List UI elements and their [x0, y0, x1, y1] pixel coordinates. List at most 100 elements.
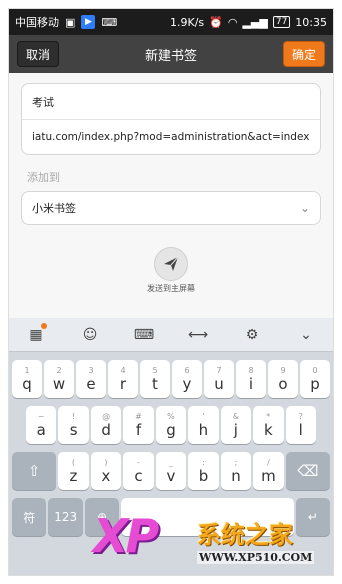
key[interactable]: 1q — [12, 360, 42, 398]
key[interactable]: * k — [253, 406, 284, 444]
key-letter: y — [182, 374, 192, 393]
battery-icon: 77 — [272, 16, 291, 28]
key-symbol: ; — [234, 457, 238, 467]
key[interactable]: / m — [253, 452, 284, 490]
key[interactable]: @ d — [90, 406, 122, 444]
key-letter: m — [261, 466, 276, 485]
key[interactable]: & j — [220, 406, 252, 444]
key-letter: t — [152, 374, 158, 393]
key-symbol: * — [266, 411, 271, 421]
key[interactable]: % g — [155, 406, 187, 444]
key-letter: h — [198, 420, 209, 439]
emoji-icon[interactable]: ☺ — [75, 327, 105, 343]
key-symbol: 2 — [56, 365, 62, 375]
key[interactable]: 5t — [140, 360, 170, 398]
language-key[interactable]: ⊕ — [84, 498, 120, 536]
key-row-1: 1q 2w 3e 4r 5t 6y 7u 8i 9o 0p — [9, 360, 333, 398]
enter-key[interactable]: ↵ — [295, 498, 330, 536]
key-symbol: ) — [104, 457, 108, 467]
key[interactable]: ? l — [285, 406, 316, 444]
key-symbol: ' — [202, 411, 205, 421]
notification-dot — [41, 322, 47, 329]
bookmark-url-field[interactable]: iatu.com/index.php?mod=administration&ac… — [22, 119, 320, 154]
space-key[interactable] — [121, 498, 294, 536]
symbol-key[interactable]: 符 — [12, 498, 47, 536]
key-letter: f — [135, 420, 142, 439]
key[interactable]: (z — [58, 452, 89, 490]
paper-plane-icon — [164, 256, 179, 271]
bookmark-name-field[interactable]: 考试 — [22, 84, 320, 119]
confirm-button[interactable]: 确定 — [283, 41, 325, 67]
key-symbol: 8 — [248, 365, 254, 375]
key-letter: d — [101, 420, 111, 439]
key[interactable]: 3e — [76, 360, 106, 398]
key[interactable]: ; n — [220, 452, 252, 490]
send-to-home-action: 发送到主屏幕 — [21, 247, 321, 294]
key-letter: e — [86, 374, 96, 393]
signal-icon: ▂▄▆ — [242, 15, 268, 29]
send-to-home-button[interactable] — [154, 247, 188, 281]
key-symbol: _ — [168, 457, 173, 467]
key-symbol: 3 — [88, 365, 94, 375]
chevron-down-icon: ⌄ — [299, 201, 310, 215]
number-key[interactable]: 123 — [48, 498, 83, 536]
hide-keyboard-icon[interactable]: ⌄ — [291, 327, 321, 343]
settings-gear-icon[interactable]: ⚙ — [237, 327, 267, 343]
keyboard-toolbar: ▦ ☺ ⌨ ⟷ ⚙ ⌄ — [9, 318, 333, 352]
shift-key[interactable]: ⇧ — [12, 452, 57, 490]
key[interactable]: ! s — [58, 406, 89, 444]
key[interactable]: _ v — [155, 452, 187, 490]
language-icon: ⊕ — [97, 510, 108, 524]
key[interactable]: 9o — [268, 360, 298, 398]
key[interactable]: ' h — [188, 406, 219, 444]
cancel-button[interactable]: 取消 — [17, 41, 59, 67]
add-to-label: 添加到 — [27, 171, 60, 184]
key-symbol: ? — [298, 411, 303, 421]
key-symbol: : — [202, 457, 205, 467]
key[interactable]: :b — [188, 452, 219, 490]
key-symbol: 5 — [152, 365, 158, 375]
title-bar: 取消 新建书签 确定 — [9, 35, 333, 73]
key[interactable]: # f — [123, 406, 154, 444]
key[interactable]: 7u — [204, 360, 234, 398]
key-letter: v — [166, 466, 176, 485]
key[interactable]: 2w — [44, 360, 74, 398]
key-symbol: @ — [102, 411, 111, 421]
keyboard-switch-icon[interactable]: ⌨ — [129, 327, 159, 343]
key-symbol: 1 — [24, 365, 30, 375]
key[interactable]: 4r — [108, 360, 138, 398]
key-row-2: ~ a ! s @ d # f % g ' h & j * k ? l — [9, 406, 333, 444]
cursor-move-icon[interactable]: ⟷ — [183, 327, 213, 343]
key-letter: s — [69, 420, 78, 439]
soft-keyboard: ▦ ☺ ⌨ ⟷ ⚙ ⌄ 1q 2w 3e 4r 5t 6y 7u 8i 9o 0… — [9, 318, 333, 575]
clock: 10:35 — [295, 15, 327, 29]
key-symbol: % — [167, 411, 175, 421]
key-symbol: 7 — [216, 365, 222, 375]
key[interactable]: ~ a — [26, 406, 57, 444]
key-symbol: / — [267, 457, 270, 467]
apps-grid-icon[interactable]: ▦ — [21, 322, 51, 343]
status-bar: 中国移动 ▣ ▶ ⌨ 1.9K/s ⏰ ◠ ▂▄▆ 77 10:35 — [9, 9, 333, 35]
key[interactable]: 6y — [172, 360, 202, 398]
key-symbol: & — [232, 411, 239, 421]
key[interactable]: 8i — [236, 360, 266, 398]
key-symbol: 4 — [120, 365, 126, 375]
folder-select[interactable]: 小米书签 ⌄ — [21, 191, 321, 225]
key-letter: z — [69, 466, 78, 485]
key-letter: b — [198, 466, 209, 485]
key[interactable]: ) x — [90, 452, 122, 490]
key[interactable]: 0p — [300, 360, 330, 398]
key-symbol: 0 — [312, 365, 318, 375]
folder-select-value: 小米书签 — [32, 202, 76, 215]
wifi-icon: ◠ — [227, 15, 238, 29]
key-symbol: ~ — [37, 411, 45, 421]
key-letter: o — [278, 374, 288, 393]
network-speed: 1.9K/s — [169, 15, 205, 29]
key-symbol: ( — [71, 457, 76, 467]
bookmark-input-group: 考试 iatu.com/index.php?mod=administration… — [21, 83, 321, 155]
bookmark-form: 考试 iatu.com/index.php?mod=administration… — [9, 73, 333, 294]
backspace-key[interactable]: ⌫ — [285, 452, 330, 490]
key-symbol: # — [135, 411, 142, 421]
key[interactable]: -c — [123, 452, 154, 490]
image-notification-icon: ▣ — [65, 15, 76, 29]
